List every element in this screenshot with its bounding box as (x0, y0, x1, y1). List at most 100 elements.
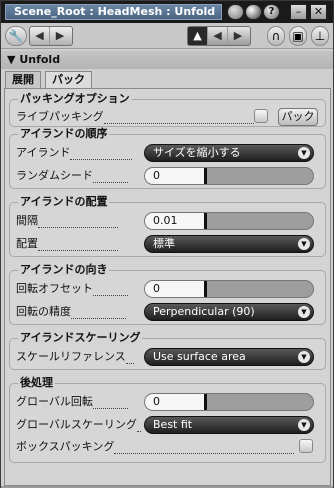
toolbar: 🔧 ◀ ▶ ▲ ◀ ▶ ∩ ▣ ⊥ (1, 23, 333, 49)
rotation-offset-row: 回転オフセット 0 (16, 280, 321, 298)
rotation-precision-row: 回転の精度 Perpendicular (90) ▼ (16, 303, 321, 321)
global-rotation-value[interactable]: 0 (145, 394, 207, 410)
scale-reference-row: スケールリファレンス Use surface area ▼ (16, 348, 321, 366)
layout-row: 配置 標準 ▼ (16, 235, 321, 253)
global-scaling-value: Best fit (153, 418, 193, 431)
random-seed-value[interactable]: 0 (145, 168, 207, 184)
chevron-down-icon: ▼ (298, 306, 310, 318)
random-seed-label: ランダムシード (16, 169, 128, 183)
group-title: 後処理 (18, 376, 55, 389)
scale-reference-value: Use surface area (153, 350, 246, 363)
property-header[interactable]: ▼ Unfold (1, 51, 333, 69)
post-processing-group: 後処理 グローバル回転 0 グローバルスケーリング Best fit ▼ ボック… (9, 377, 326, 463)
chevron-down-icon: ▼ (298, 419, 310, 431)
packing-options-group: パッキングオプション ライブパッキング パック (9, 93, 326, 127)
group-title: アイランドの配置 (18, 195, 110, 208)
wrench-icon[interactable]: 🔧 (5, 26, 27, 46)
spacing-label: 間隔 (16, 214, 118, 228)
spacing-row: 間隔 0.01 (16, 212, 321, 230)
contrast-icon[interactable] (245, 4, 262, 20)
up-arrow-icon[interactable]: ▲ (188, 27, 208, 45)
back-arrow-icon[interactable]: ◀ (30, 27, 50, 45)
group-title: アイランドスケーリング (18, 331, 143, 344)
chevron-down-icon: ▼ (298, 147, 310, 159)
box-packing-text: ボックスパッキング (16, 440, 115, 453)
layout-label: 配置 (16, 237, 118, 251)
tab-bar: 展開 パック (1, 69, 333, 89)
global-rotation-label: グローバル回転 (16, 395, 128, 409)
left-arrow-icon[interactable]: ◀ (208, 27, 228, 45)
layout-text: 配置 (16, 237, 38, 250)
forward-arrow-icon[interactable]: ▶ (50, 27, 70, 45)
tab-pack[interactable]: パック (45, 71, 92, 89)
random-seed-slider[interactable]: 0 (144, 167, 314, 185)
rotation-offset-label: 回転オフセット (16, 282, 128, 296)
dot-leader (93, 295, 128, 296)
dot-leader (71, 318, 126, 319)
unfold-window: Scene_Root : HeadMesh : Unfold ? – ✕ 🔧 ◀… (0, 0, 334, 488)
rotation-offset-text: 回転オフセット (16, 282, 93, 295)
rotation-precision-value: Perpendicular (90) (153, 305, 255, 318)
title-bar: Scene_Root : HeadMesh : Unfold ? – ✕ (1, 1, 333, 23)
global-scaling-dropdown[interactable]: Best fit ▼ (144, 416, 314, 434)
sphere-icon[interactable] (227, 4, 244, 20)
rotation-precision-dropdown[interactable]: Perpendicular (90) ▼ (144, 303, 314, 321)
island-label: アイランド (16, 146, 133, 160)
spacing-text: 間隔 (16, 214, 38, 227)
island-value: サイズを縮小する (153, 146, 241, 159)
right-arrow-icon[interactable]: ▶ (228, 27, 248, 45)
group-title: アイランドの順序 (18, 127, 110, 140)
dot-leader (93, 182, 128, 183)
dot-leader (136, 431, 141, 432)
dot-leader (38, 227, 118, 228)
random-seed-text: ランダムシード (16, 169, 93, 182)
pin-icon[interactable]: ⊥ (311, 26, 329, 46)
live-packing-text: ライブパッキング (16, 110, 104, 123)
island-row: アイランド サイズを縮小する ▼ (16, 144, 321, 162)
island-dropdown[interactable]: サイズを縮小する ▼ (144, 144, 314, 162)
box-packing-label: ボックスパッキング (16, 440, 295, 454)
pack-button[interactable]: パック (278, 108, 318, 126)
magnet-icon[interactable]: ∩ (267, 26, 285, 46)
history-nav: ◀ ▶ (29, 26, 73, 46)
spacing-value[interactable]: 0.01 (145, 213, 207, 229)
dot-leader (125, 363, 134, 364)
pack-panel: パッキングオプション ライブパッキング パック アイランドの順序 アイランド サ… (4, 88, 331, 486)
layout-value: 標準 (153, 237, 175, 250)
layout-dropdown[interactable]: 標準 ▼ (144, 235, 314, 253)
minimize-button[interactable]: – (290, 4, 307, 20)
live-packing-checkbox[interactable] (254, 109, 268, 123)
rotation-precision-text: 回転の精度 (16, 305, 71, 318)
island-layout-group: アイランドの配置 間隔 0.01 配置 標準 ▼ (9, 196, 326, 257)
dot-leader (114, 453, 295, 454)
chevron-down-icon: ▼ (298, 351, 310, 363)
global-rotation-row: グローバル回転 0 (16, 393, 321, 411)
global-scaling-text: グローバルスケーリング (16, 418, 137, 431)
rotation-offset-value[interactable]: 0 (145, 281, 207, 297)
spacing-slider[interactable]: 0.01 (144, 212, 314, 230)
random-seed-row: ランダムシード 0 (16, 167, 321, 185)
live-packing-row: ライブパッキング パック (16, 108, 321, 126)
scale-reference-dropdown[interactable]: Use surface area ▼ (144, 348, 314, 366)
collapse-arrow-icon[interactable]: ▼ (7, 53, 15, 66)
island-text: アイランド (16, 146, 71, 159)
help-icon[interactable]: ? (263, 4, 280, 20)
global-rotation-slider[interactable]: 0 (144, 393, 314, 411)
island-scaling-group: アイランドスケーリング スケールリファレンス Use surface area … (9, 332, 326, 370)
rotation-offset-slider[interactable]: 0 (144, 280, 314, 298)
dot-leader (38, 250, 118, 251)
tab-unfold[interactable]: 展開 (5, 71, 41, 89)
close-button[interactable]: ✕ (310, 4, 327, 20)
dot-leader (92, 408, 128, 409)
chevron-down-icon: ▼ (298, 238, 310, 250)
group-title: アイランドの向き (18, 263, 110, 276)
box-packing-row: ボックスパッキング (16, 438, 321, 456)
box-packing-checkbox[interactable] (299, 439, 313, 453)
dot-leader (103, 123, 254, 124)
copy-icon[interactable]: ▣ (289, 26, 307, 46)
island-order-group: アイランドの順序 アイランド サイズを縮小する ▼ ランダムシード 0 (9, 128, 326, 189)
live-packing-label: ライブパッキング (16, 110, 254, 124)
group-title: パッキングオプション (18, 92, 132, 105)
rotation-precision-label: 回転の精度 (16, 305, 126, 319)
island-orientation-group: アイランドの向き 回転オフセット 0 回転の精度 Perpendicular (… (9, 264, 326, 325)
